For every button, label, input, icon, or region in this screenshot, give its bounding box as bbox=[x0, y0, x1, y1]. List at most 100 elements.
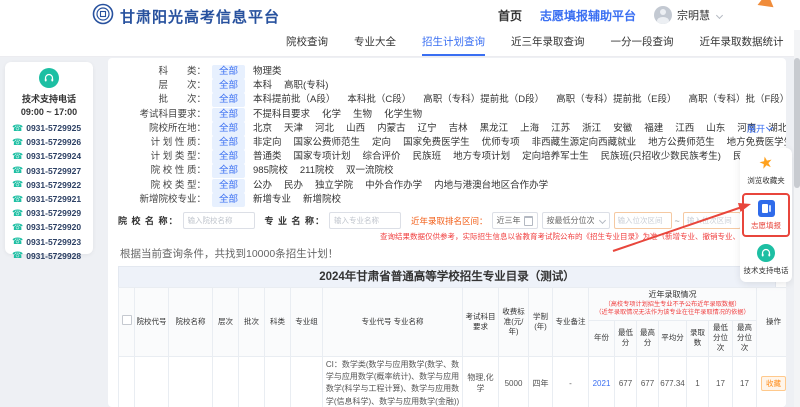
col-college-code: 院校代号 bbox=[135, 287, 169, 356]
rank-from-input[interactable] bbox=[614, 212, 672, 229]
filter-option[interactable]: 上海 bbox=[520, 123, 539, 134]
filter-option-all[interactable]: 全部 bbox=[212, 193, 245, 207]
filter-option[interactable]: 河北 bbox=[315, 123, 334, 134]
filter-option[interactable]: 黑龙江 bbox=[480, 123, 509, 134]
filter-option[interactable]: 民族班 bbox=[413, 151, 442, 162]
phone-number: 0931-5729921 bbox=[26, 194, 81, 204]
filter-option-all[interactable]: 全部 bbox=[212, 93, 245, 107]
filter-option[interactable]: 高职（专科）提前批（E段） bbox=[556, 94, 676, 105]
school-name-input[interactable] bbox=[183, 212, 255, 229]
apply-shortcut[interactable]: 志愿填报 bbox=[744, 200, 788, 231]
filter-option[interactable]: 本科批（C段） bbox=[347, 94, 411, 105]
filter-row-college-type: 院 校 类 型：全部公办民办独立学院中外合作办学内地与港澳台地区合作办学 bbox=[118, 179, 776, 193]
filter-option[interactable]: 211院校 bbox=[300, 165, 334, 176]
col-group-admission-history: 近年录取情况 （高校专项计划招生专业不予公布近年录取数据） （近年录取情况无法作… bbox=[589, 287, 757, 320]
filter-option[interactable]: 地方公费师范生 bbox=[648, 137, 715, 148]
filter-option[interactable]: 定向培养军士生 bbox=[522, 151, 589, 162]
rank-to-input[interactable] bbox=[683, 212, 741, 229]
tab-major-list[interactable]: 专业大全 bbox=[354, 30, 396, 56]
filter-option[interactable]: 双一流院校 bbox=[346, 165, 394, 176]
filter-option[interactable]: 独立学院 bbox=[315, 180, 353, 191]
filter-option[interactable]: 本科 bbox=[253, 80, 272, 91]
tab-three-year-admission[interactable]: 近三年录取查询 bbox=[511, 30, 585, 56]
filter-option[interactable]: 国家专项计划 bbox=[294, 151, 351, 162]
select-all-checkbox[interactable] bbox=[122, 315, 132, 325]
filter-option[interactable]: 新增专业 bbox=[253, 194, 291, 205]
support-shortcut[interactable]: 技术支持电话 bbox=[740, 244, 792, 276]
filter-option[interactable]: 山西 bbox=[346, 123, 365, 134]
filter-option[interactable]: 新增院校 bbox=[303, 194, 341, 205]
filter-option-all[interactable]: 全部 bbox=[212, 136, 245, 150]
filter-option[interactable]: 非西藏生源定向西藏就业 bbox=[532, 137, 637, 148]
filter-option[interactable]: 优师专项 bbox=[482, 137, 520, 148]
filter-option[interactable]: 山东 bbox=[706, 123, 725, 134]
major-name-input[interactable] bbox=[329, 212, 401, 229]
filter-option[interactable]: 江西 bbox=[675, 123, 694, 134]
filter-option[interactable]: 生物 bbox=[353, 109, 372, 120]
cell-major-name: CI：数学类(数学与应用数学(数学、数学与应用数学(概率统计)、数学与应用数学(… bbox=[323, 356, 463, 407]
expand-link[interactable]: 展开 bbox=[747, 122, 772, 136]
filter-option[interactable]: 地方专项计划 bbox=[453, 151, 510, 162]
rank-sort-select[interactable]: 按最低分位次 bbox=[542, 212, 610, 229]
cell-avg-score: 677.34 bbox=[659, 356, 687, 407]
favorite-button[interactable]: 收藏 bbox=[761, 376, 786, 391]
filter-option[interactable]: 化学 bbox=[322, 109, 341, 120]
tab-admission-statistics[interactable]: 近年录取数据统计 bbox=[700, 30, 784, 56]
phone-icon: ☎ bbox=[12, 251, 23, 260]
year-link[interactable]: 2021 bbox=[593, 379, 611, 388]
filter-option[interactable]: 辽宁 bbox=[418, 123, 437, 134]
year-range-select[interactable]: 近三年 bbox=[492, 212, 538, 229]
avatar[interactable] bbox=[654, 6, 672, 24]
filter-option[interactable]: 福建 bbox=[644, 123, 663, 134]
filter-option[interactable]: 化学生物 bbox=[384, 109, 422, 120]
filter-option[interactable]: 高职(专科) bbox=[284, 80, 328, 91]
tab-enrollment-plan-query[interactable]: 招生计划查询 bbox=[422, 30, 485, 56]
nav-home-link[interactable]: 首页 bbox=[498, 7, 522, 24]
scrollbar-thumb[interactable] bbox=[794, 58, 800, 188]
filter-option[interactable]: 公办 bbox=[253, 180, 272, 191]
filter-option-all[interactable]: 全部 bbox=[212, 108, 245, 122]
filter-option-all[interactable]: 全部 bbox=[212, 179, 245, 193]
filter-option[interactable]: 北京 bbox=[253, 123, 272, 134]
tab-college-query[interactable]: 院校查询 bbox=[286, 30, 328, 56]
filter-option[interactable]: 安徽 bbox=[613, 123, 632, 134]
phone-row: ☎ 0931-5729929 bbox=[5, 206, 93, 220]
rank-range-label: 近年录取排名区间： bbox=[411, 215, 488, 227]
filter-option[interactable]: 985院校 bbox=[253, 165, 288, 176]
filter-option[interactable]: 内蒙古 bbox=[377, 123, 406, 134]
filter-option-all[interactable]: 全部 bbox=[212, 150, 245, 164]
filter-option[interactable]: 物理类 bbox=[253, 66, 282, 77]
filter-option[interactable]: 中外合作办学 bbox=[365, 180, 422, 191]
filter-option[interactable]: 民办 bbox=[284, 180, 303, 191]
filter-option[interactable]: 浙江 bbox=[582, 123, 601, 134]
filter-option[interactable]: 本科提前批（A段） bbox=[253, 94, 335, 105]
filter-option[interactable]: 普通类 bbox=[253, 151, 282, 162]
filter-option[interactable]: 吉林 bbox=[449, 123, 468, 134]
filter-option[interactable]: 天津 bbox=[284, 123, 303, 134]
filter-option-all[interactable]: 全部 bbox=[212, 79, 245, 93]
filter-option[interactable]: 民族班(只招收少数民族考生) bbox=[601, 151, 721, 162]
filter-label: 院 校 性 质： bbox=[118, 164, 206, 178]
filter-option[interactable]: 国家免费医学生 bbox=[403, 137, 470, 148]
filter-option[interactable]: 地方免费医学生 bbox=[727, 137, 786, 148]
filter-option[interactable]: 高职（专科）提前批（D段） bbox=[423, 94, 544, 105]
filter-option[interactable]: 国家公费师范生 bbox=[294, 137, 361, 148]
filter-option-all[interactable]: 全部 bbox=[212, 164, 245, 178]
cell-max-score: 677 bbox=[637, 356, 659, 407]
cell-admit-count: 1 bbox=[687, 356, 709, 407]
filter-option[interactable]: 综合评价 bbox=[363, 151, 401, 162]
filter-row-exam-subjects: 考试科目要求：全部不提科目要求化学生物化学生物 bbox=[118, 108, 776, 122]
filter-option[interactable]: 非定向 bbox=[253, 137, 282, 148]
user-menu[interactable]: 宗明慧 bbox=[654, 6, 722, 24]
filter-option[interactable]: 定向 bbox=[372, 137, 391, 148]
filter-option[interactable]: 内地与港澳台地区合作办学 bbox=[434, 180, 548, 191]
filter-option-all[interactable]: 全部 bbox=[212, 65, 245, 79]
tab-score-segment[interactable]: 一分一段查询 bbox=[611, 30, 674, 56]
filter-option-all[interactable]: 全部 bbox=[212, 122, 245, 136]
favorites-shortcut[interactable]: ★ 浏览收藏夹 bbox=[740, 156, 792, 186]
filter-option[interactable]: 江苏 bbox=[551, 123, 570, 134]
filter-option[interactable]: 高职（专科）批（F段） bbox=[688, 94, 786, 105]
filter-option[interactable]: 不提科目要求 bbox=[253, 109, 310, 120]
col-level: 层次 bbox=[213, 287, 239, 356]
nav-platform-link[interactable]: 志愿填报辅助平台 bbox=[540, 7, 636, 24]
